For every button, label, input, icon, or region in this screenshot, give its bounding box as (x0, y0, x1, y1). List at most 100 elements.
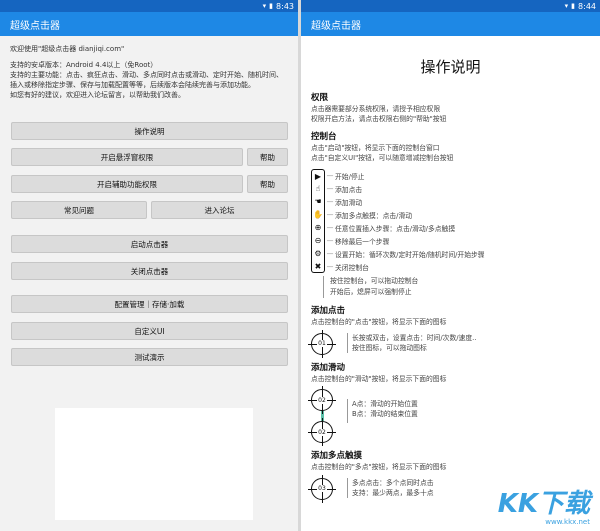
legend-label: 添加多点触摸：点击/滑动 (335, 211, 413, 220)
intro-text: 欢迎使用"超级点击器 dianjiqi.com" 支持的安卓版本：Android… (0, 36, 298, 100)
crosshair-icon: 03 (308, 474, 336, 503)
click-target-demo: 01 长按或双击，设置点击：时间/次数/速度.. 按住图标，可以拖动图标 (308, 329, 590, 358)
swipe-demo: 02 02 A点：滑动的开始位置 B点：滑动的结束位置 (308, 386, 590, 446)
console-section: 控制台 点击"启动"按钮，将显示下面的控制台窗口 点击"自定义UI"按钮，可以随… (311, 130, 590, 298)
welcome-text: 欢迎使用"超级点击器 dianjiqi.com" (10, 45, 125, 53)
section-title: 权限 (311, 93, 329, 103)
legend-row: ☝ — 添加点击 (311, 182, 590, 195)
multi-touch-icon: ✋ (311, 208, 325, 221)
legend-row: ⊕ — 任意位置插入步骤：点击/滑动/多点触摸 (311, 221, 590, 234)
legend-label: 添加滑动 (335, 198, 363, 207)
legend-label: 移除最后一个步骤 (335, 237, 390, 246)
features-text: 支持的主要功能：点击、疯狂点击、滑动、多点同时点击或滑动、定时开始、随机时间、插… (10, 71, 283, 89)
note-text: A点：滑动的开始位置 (352, 400, 418, 408)
faq-button[interactable]: 常见问题 (11, 201, 147, 219)
stop-clicker-button[interactable]: 关闭点击器 (11, 262, 288, 280)
section-text: 点击器需要部分系统权限，请授予相应权限 (311, 105, 441, 113)
add-swipe-section: 添加滑动 点击控制台的"滑动"按钮，将显示下面的图标 02 02 A点：滑动的开… (308, 361, 590, 446)
console-notes: 按住控制台，可以拖动控制台 开始后，熄屏可以强制停止 (323, 276, 590, 298)
float-help-button[interactable]: 帮助 (247, 148, 288, 166)
play-icon: ▶ (311, 169, 325, 182)
legend-row: ⊖ — 移除最后一个步骤 (311, 234, 590, 247)
status-time: 8:44 (578, 1, 596, 11)
forum-button[interactable]: 进入论坛 (151, 201, 288, 219)
settings-icon: ⚙ (311, 247, 325, 260)
legend-row: ▶ — 开始/停止 (311, 169, 590, 182)
legend-row: ✋ — 添加多点触摸：点击/滑动 (311, 208, 590, 221)
section-title: 控制台 (311, 132, 337, 142)
console-legend: ▶ — 开始/停止 ☝ — 添加点击 ☚ — 添加滑动 ✋ — 添加多点触摸：点击/滑动 ⊕ — 任… (311, 169, 590, 273)
start-clicker-button[interactable]: 启动点击器 (11, 235, 288, 253)
note-text: 支持：最少两点，最多十点 (352, 488, 434, 497)
add-swipe-icon: ☚ (311, 195, 325, 208)
insert-step-icon: ⊕ (311, 221, 325, 234)
crosshair-icon: 01 (308, 329, 336, 358)
permission-section: 权限 点击器需要部分系统权限，请授予相应权限 权限开启方法，请点击权限右侧的"帮… (311, 91, 590, 124)
section-text: 点击"自定义UI"按钮，可以随意增减控制台按钮 (311, 153, 454, 162)
target-number: 03 (317, 485, 327, 492)
section-title: 添加点击 (311, 306, 346, 316)
legend-row: ☚ — 添加滑动 (311, 195, 590, 208)
legend-label: 关闭控制台 (335, 263, 369, 272)
status-time: 8:43 (276, 1, 294, 11)
target-number: 02 (317, 396, 327, 404)
target-number: 02 (317, 428, 327, 436)
multi-notes: 多点点击：多个点同时点击 支持：最少两点，最多十点 (347, 477, 434, 498)
note-text: 长按或双击，设置点击：时间/次数/速度.. (352, 333, 477, 342)
note-text: 按住控制台，可以拖动控制台 (330, 277, 419, 285)
legend-label: 开始/停止 (335, 172, 365, 181)
section-title: 添加多点触摸 (311, 451, 363, 461)
app-title: 超级点击器 (311, 20, 361, 32)
float-permission-button[interactable]: 开启悬浮窗权限 (11, 148, 243, 166)
accessibility-permission-button[interactable]: 开启辅助功能权限 (11, 175, 243, 193)
note-text: 多点点击：多个点同时点击 (352, 478, 434, 487)
swipe-path: 02 02 (308, 386, 336, 446)
section-text: 点击控制台的"多点"按钮，将显示下面的图标 (311, 463, 447, 471)
app-bar: 超级点击器 (301, 12, 600, 36)
accessibility-help-button[interactable]: 帮助 (247, 175, 288, 193)
ad-placeholder (55, 408, 253, 520)
watermark-text: KK下载 (497, 489, 590, 519)
note-text: B点：滑动的结束位置 (352, 410, 418, 418)
manual-content: 操作说明 权限 点击器需要部分系统权限，请授予相应权限 权限开启方法，请点击权限… (301, 56, 600, 503)
add-click-icon: ☝ (311, 182, 325, 195)
close-icon: ✖ (311, 260, 325, 273)
section-text: 点击控制台的"滑动"按钮，将显示下面的图标 (311, 374, 447, 383)
app-bar: 超级点击器 (0, 12, 298, 36)
target-number: 01 (317, 340, 327, 347)
manual-screen: ▾ ▮ 8:44 超级点击器 操作说明 权限 点击器需要部分系统权限，请授予相应… (301, 0, 600, 531)
crosshair-icon: 02 (308, 418, 336, 446)
swipe-notes: A点：滑动的开始位置 B点：滑动的结束位置 (347, 399, 418, 423)
watermark-url: www.kkx.net (545, 518, 590, 526)
crosshair-icon: 02 (308, 386, 336, 414)
status-bar: ▾ ▮ 8:43 (0, 0, 298, 12)
page-title: 操作说明 (420, 58, 481, 76)
watermark-logo: KK下载 www.kkx.net (498, 490, 590, 526)
custom-ui-button[interactable]: 自定义UI (11, 322, 288, 340)
app-title: 超级点击器 (10, 20, 60, 32)
click-notes: 长按或双击，设置点击：时间/次数/速度.. 按住图标，可以拖动图标 (347, 332, 477, 353)
android-version-text: 支持的安卓版本：Android 4.4以上（免Root） (10, 61, 158, 69)
section-text: 点击控制台的"点击"按钮，将显示下面的图标 (311, 318, 447, 326)
legend-row: ⚙ — 设置开始：循环次数/定时开始/随机时间/开始步骤 (311, 247, 590, 260)
battery-icon: ▮ (571, 2, 576, 10)
section-title: 添加滑动 (311, 362, 346, 373)
add-click-section: 添加点击 点击控制台的"点击"按钮，将显示下面的图标 01 长按或双击，设置点击… (308, 304, 590, 358)
section-text: 点击"启动"按钮，将显示下面的控制台窗口 (311, 144, 440, 152)
legend-label: 添加点击 (335, 185, 363, 194)
main-screen: ▾ ▮ 8:43 超级点击器 欢迎使用"超级点击器 dianjiqi.com" … (0, 0, 298, 531)
demo-button[interactable]: 测试演示 (11, 348, 288, 366)
battery-icon: ▮ (269, 2, 274, 10)
wifi-icon: ▾ (262, 2, 267, 10)
feedback-text: 如您有好的建议，欢迎进入论坛留言，以帮助我们改善。 (10, 91, 185, 99)
config-manage-button[interactable]: 配置管理｜存储·加载 (11, 295, 288, 313)
status-bar: ▾ ▮ 8:44 (301, 0, 600, 12)
note-text: 开始后，熄屏可以强制停止 (330, 288, 412, 296)
section-text: 权限开启方法，请点击权限右侧的"帮助"按钮 (311, 114, 447, 123)
remove-step-icon: ⊖ (311, 234, 325, 247)
manual-button[interactable]: 操作说明 (11, 122, 288, 140)
legend-label: 任意位置插入步骤：点击/滑动/多点触摸 (335, 224, 456, 233)
note-text: 按住图标，可以拖动图标 (352, 343, 427, 352)
wifi-icon: ▾ (564, 2, 569, 10)
legend-row: ✖ — 关闭控制台 (311, 260, 590, 273)
